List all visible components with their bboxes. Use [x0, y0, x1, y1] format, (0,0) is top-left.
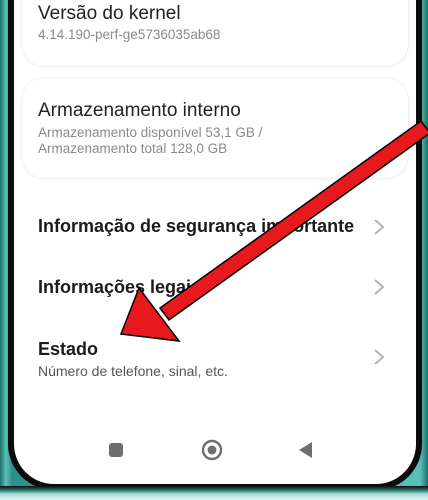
chevron-right-icon [374, 349, 385, 365]
chevron-right-icon [374, 219, 385, 235]
recent-apps-button[interactable] [96, 430, 136, 470]
home-button[interactable] [192, 430, 232, 470]
circle-icon [201, 439, 223, 461]
settings-screen: Versão do kernel 4.14.190-perf-ge5736035… [14, 0, 416, 484]
storage-available-text: Armazenamento disponível 53,1 GB / [38, 125, 263, 140]
navigation-bar [14, 430, 416, 476]
legal-info-row[interactable]: Informações legais [14, 260, 416, 312]
security-info-row[interactable]: Informação de segurança importante [14, 200, 416, 252]
internal-storage-title: Armazenamento interno [38, 100, 241, 121]
square-icon [109, 443, 123, 457]
kernel-version-card[interactable]: Versão do kernel 4.14.190-perf-ge5736035… [22, 0, 408, 66]
security-info-label: Informação de segurança importante [38, 216, 355, 236]
back-button[interactable] [286, 430, 326, 470]
kernel-version-title: Versão do kernel [38, 3, 181, 24]
internal-storage-card[interactable]: Armazenamento interno Armazenamento disp… [22, 78, 408, 178]
storage-total-text: Armazenamento total 128,0 GB [38, 141, 228, 156]
chevron-right-icon [374, 279, 385, 295]
phone-device: Versão do kernel 4.14.190-perf-ge5736035… [0, 0, 428, 500]
status-subtitle: Número de telefone, sinal, etc. [38, 363, 228, 379]
status-row[interactable]: Estado Número de telefone, sinal, etc. [14, 330, 416, 390]
status-label: Estado [38, 339, 99, 359]
kernel-version-value: 4.14.190-perf-ge5736035ab68 [38, 27, 221, 42]
phone-bottom-edge [0, 486, 428, 500]
back-triangle-icon [299, 442, 312, 458]
legal-info-label: Informações legais [38, 277, 202, 297]
